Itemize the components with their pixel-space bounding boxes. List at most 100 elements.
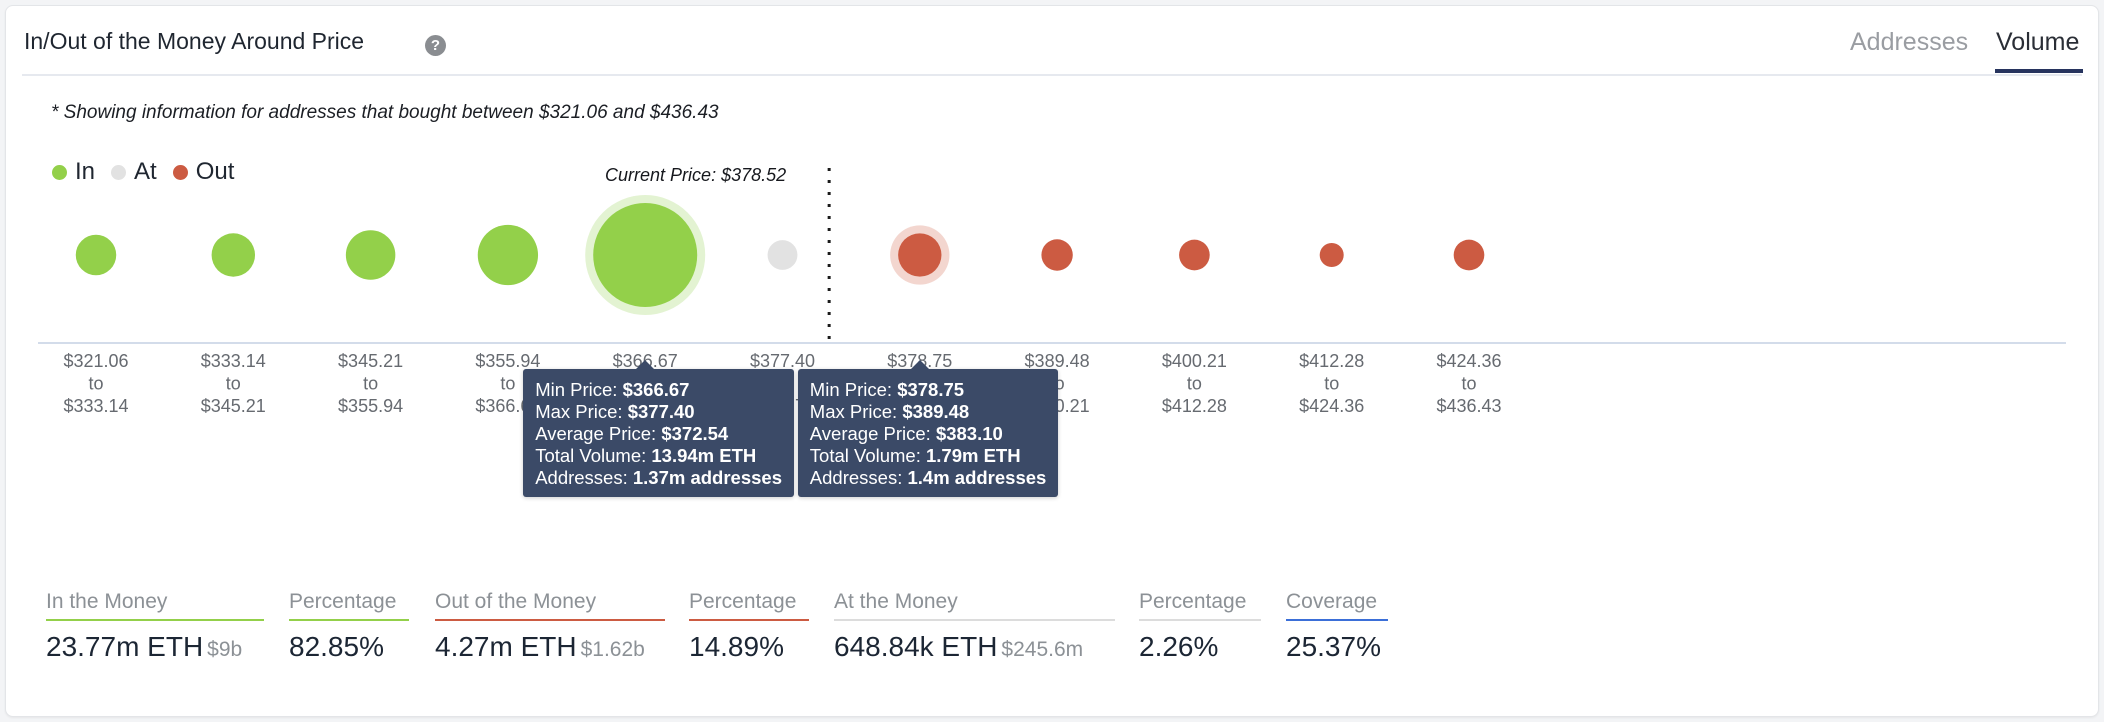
tooltip-row-label: Max Price: (535, 401, 628, 422)
stat-label: In the Money (46, 590, 168, 613)
stat-underline (689, 619, 809, 621)
stat-value-usd: $9b (207, 638, 243, 661)
bubble-out[interactable] (1319, 243, 1344, 267)
tooltip-arrow (910, 360, 929, 369)
stat-underline (834, 619, 1115, 621)
tooltip-row-value: $383.10 (935, 423, 1003, 444)
tick-label: $400.21 (1162, 351, 1227, 371)
tooltip-row: Average Price: $372.54 (535, 423, 782, 445)
bubble-tooltip: Min Price: $378.75 Max Price: $389.48 Aver… (797, 360, 1059, 497)
tooltip-row-value: 13.94m ETH (651, 445, 757, 466)
tooltip-row: Min Price: $366.67 (535, 379, 782, 401)
tick-label: $424.36 (1436, 351, 1501, 371)
stat-value: 14.89% (689, 631, 809, 663)
stat-underline (289, 619, 409, 621)
stat-underline (1139, 619, 1261, 621)
tooltip-row-label: Total Volume: (535, 445, 652, 466)
stat-value-main: 25.37% (1286, 631, 1381, 662)
stat-value: 23.77m ETH $9b (46, 631, 264, 663)
tooltip-row-value: $366.67 (622, 379, 690, 400)
bubble-out[interactable] (1453, 239, 1485, 271)
tooltip-row: Addresses: 1.4m addresses (810, 467, 1047, 489)
stat-value: 2.26% (1139, 631, 1261, 663)
tick-label-joiner: to (1461, 374, 1476, 394)
bubble-out[interactable] (1179, 239, 1210, 271)
bubble-at[interactable] (767, 240, 798, 270)
stat-label: Percentage (689, 590, 797, 613)
tooltip-row: Max Price: $377.40 (535, 401, 782, 423)
tooltip-row: Total Volume: 13.94m ETH (535, 445, 782, 467)
tooltip-row-value: 1.37m addresses (632, 467, 783, 488)
tooltip-arrow (636, 360, 655, 369)
bubble-in[interactable] (211, 233, 256, 277)
tick-label-joiner: to (1187, 374, 1202, 394)
tick-label-joiner: to (1324, 374, 1339, 394)
stat-value: 4.27m ETH $1.62b (435, 631, 665, 663)
stat-value-main: 82.85% (289, 631, 384, 662)
tooltip-row-value: 1.4m addresses (907, 467, 1047, 488)
bubble-tooltip: Min Price: $366.67 Max Price: $377.40 Aver… (523, 360, 795, 497)
tick-label: $389.48 (1025, 351, 1090, 371)
stat-coverage: Coverage 25.37% (1286, 590, 1388, 663)
tooltip-row-label: Addresses: (535, 467, 633, 488)
bubble-in[interactable] (345, 230, 396, 280)
tooltip-row-value: 1.79m ETH (926, 445, 1021, 466)
tick-label-joiner: to (500, 374, 515, 394)
stat-percentage: Percentage 2.26% (1139, 590, 1261, 663)
tooltip-row: Average Price: $383.10 (810, 423, 1047, 445)
bubble-out[interactable] (1041, 239, 1073, 271)
tooltip-row-label: Min Price: (809, 379, 898, 400)
stat-value-main: 2.26% (1139, 631, 1219, 662)
tick-label-joiner: to (226, 374, 241, 394)
tick-label-joiner: to (88, 374, 103, 394)
tooltip-row: Total Volume: 1.79m ETH (810, 445, 1047, 467)
tick-label: $321.06 (63, 351, 128, 371)
tooltip-row-label: Average Price: (809, 423, 936, 444)
stat-label: Out of the Money (435, 590, 597, 613)
tooltip-row: Max Price: $389.48 (810, 401, 1047, 423)
bubble-out[interactable] (898, 233, 942, 277)
bubble-in[interactable] (75, 234, 117, 276)
stat-value: 648.84k ETH $245.6m (834, 631, 1115, 663)
stat-value-main: 14.89% (689, 631, 784, 662)
stat-at-the-money: At the Money 648.84k ETH $245.6m (834, 590, 1115, 663)
stat-underline (435, 619, 665, 621)
tooltip-row-value: $377.40 (627, 401, 695, 422)
tooltip-row-label: Average Price: (535, 423, 662, 444)
tooltip-row: Min Price: $378.75 (810, 379, 1047, 401)
tooltip-row-label: Max Price: (809, 401, 903, 422)
tick-label: $377.40 (750, 351, 815, 371)
stat-label: Coverage (1286, 590, 1378, 613)
stat-percentage: Percentage 82.85% (289, 590, 409, 663)
stat-label: Percentage (1139, 590, 1247, 613)
stat-out-of-the-money: Out of the Money 4.27m ETH $1.62b (435, 590, 665, 663)
stat-value: 82.85% (289, 631, 409, 663)
tooltip-row-value: $378.75 (897, 379, 965, 400)
tick-label: $345.21 (338, 351, 403, 371)
bubble-in[interactable] (593, 203, 698, 307)
tooltip-row-label: Addresses: (809, 467, 908, 488)
tooltip-row-label: Min Price: (535, 379, 623, 400)
tick-label: $412.28 (1162, 396, 1227, 416)
tooltip-row-value: $372.54 (661, 423, 729, 444)
tick-label: $333.14 (201, 351, 266, 371)
tick-label: $355.94 (475, 351, 540, 371)
stat-underline (46, 619, 264, 621)
bubble-in[interactable] (477, 224, 539, 286)
tooltip-row-label: Total Volume: (809, 445, 926, 466)
tick-label: $333.14 (63, 396, 128, 416)
tick-label: $345.21 (201, 396, 266, 416)
current-price-label: Current Price: $378.52 (605, 165, 786, 185)
tick-label-joiner: to (363, 374, 378, 394)
stat-underline (1286, 619, 1388, 621)
stat-value: 25.37% (1286, 631, 1388, 663)
stat-percentage: Percentage 14.89% (689, 590, 809, 663)
tooltip-row: Addresses: 1.37m addresses (535, 467, 782, 489)
tooltip-row-value: $389.48 (902, 401, 970, 422)
stat-value-main: 23.77m ETH (46, 631, 204, 662)
tick-label: $355.94 (338, 396, 403, 416)
tick-label: $436.43 (1436, 396, 1501, 416)
stat-value-usd: $1.62b (580, 638, 645, 661)
stat-label: Percentage (289, 590, 397, 613)
stat-value-main: 4.27m ETH (435, 631, 577, 662)
